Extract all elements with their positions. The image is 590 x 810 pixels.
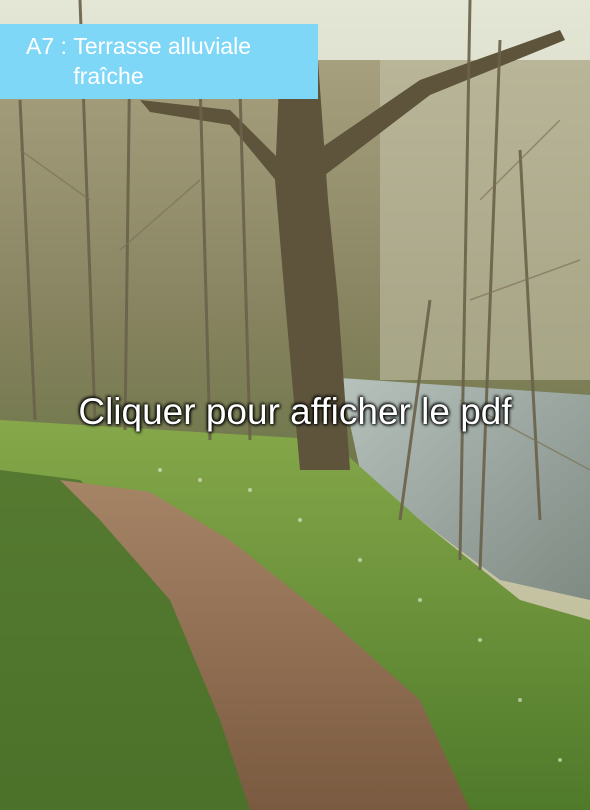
section-separator: :: [54, 33, 74, 59]
pdf-link-card[interactable]: A7 : Terrasse alluviale fraîche Cliquer …: [0, 0, 590, 810]
section-title-badge: A7 : Terrasse alluviale fraîche: [0, 24, 318, 99]
section-code: A7: [26, 33, 55, 59]
section-title: Terrasse alluviale fraîche: [73, 33, 252, 89]
open-pdf-label[interactable]: Cliquer pour afficher le pdf: [0, 388, 590, 436]
